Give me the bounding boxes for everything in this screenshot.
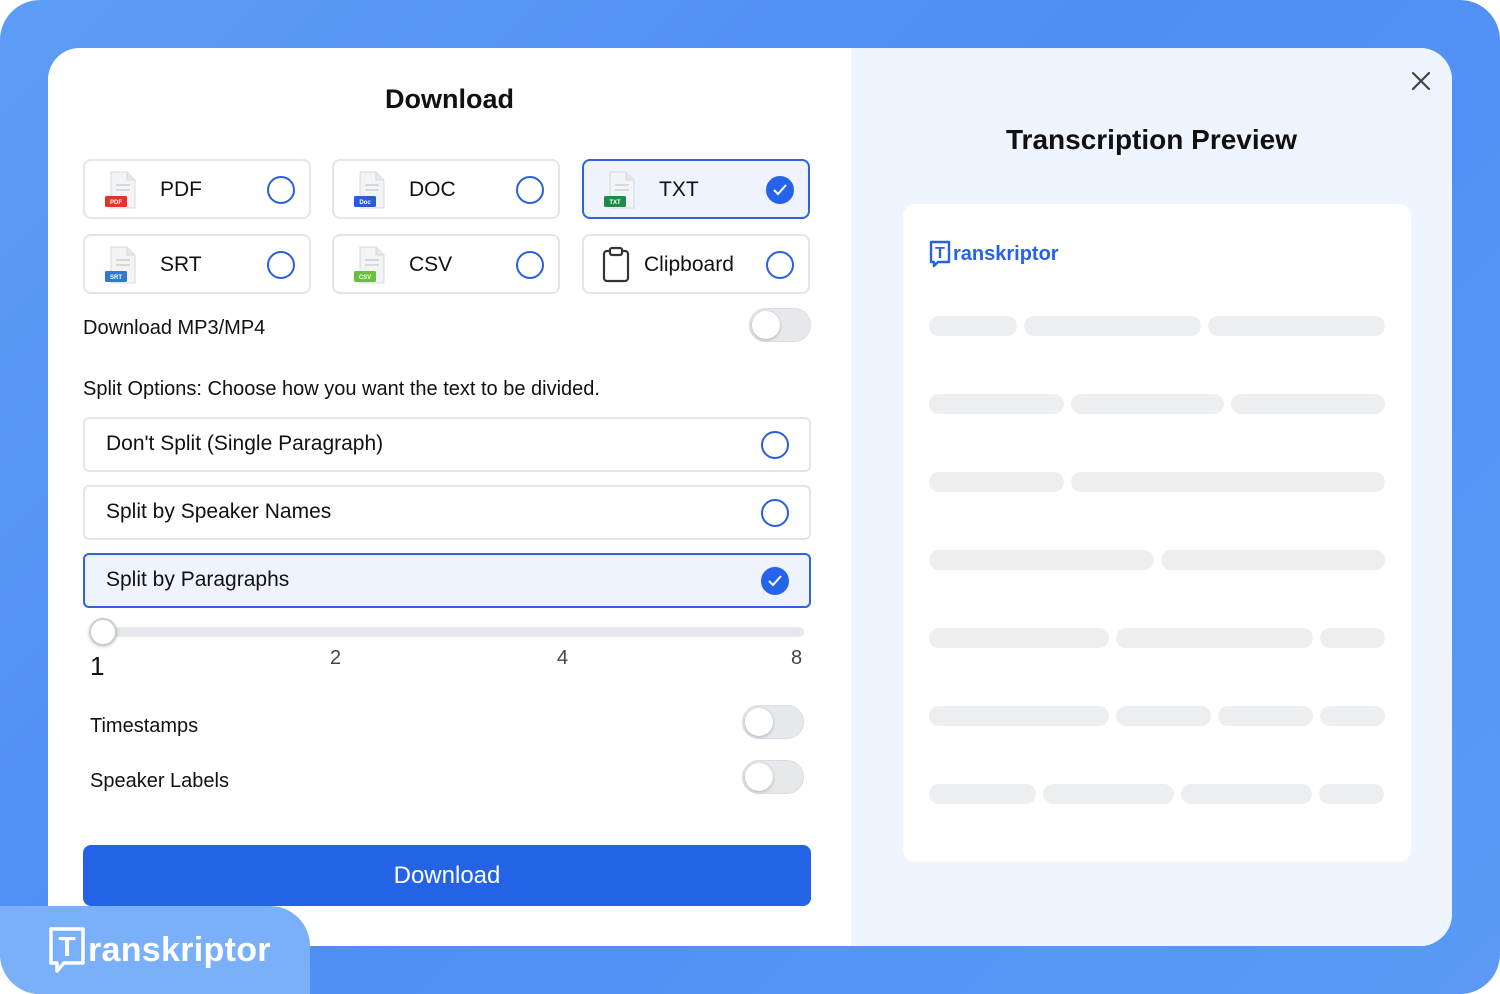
placeholder-line [929, 628, 1385, 648]
split-option-speaker[interactable]: Split by Speaker Names [83, 485, 811, 540]
split-option-label: Don't Split (Single Paragraph) [106, 432, 384, 455]
pdf-badge-text: PDF [110, 200, 122, 206]
slider-tick-1: 1 [90, 651, 105, 681]
doc-file-icon: Doc [354, 171, 385, 209]
placeholder-line [929, 316, 1385, 336]
brand-badge: T ranskriptor [0, 906, 310, 994]
format-option-txt[interactable]: TXT TXT [582, 159, 810, 219]
placeholder-line [929, 394, 1385, 414]
txt-file-icon: TXT [604, 171, 635, 209]
download-modal: Download PDF PDF Doc DOC TXT TXT SRT SRT… [48, 48, 1452, 946]
preview-logo-text: ranskriptor [953, 242, 1059, 265]
csv-badge-text: CSV [359, 275, 371, 281]
paragraph-slider-track[interactable] [104, 627, 804, 637]
brand-logo: T ranskriptor [48, 926, 271, 974]
format-label-pdf: PDF [160, 178, 202, 201]
format-option-csv[interactable]: CSV CSV [332, 234, 560, 294]
placeholder-line [929, 472, 1385, 492]
split-options-prompt: Split Options: Choose how you want the t… [83, 378, 600, 400]
format-option-pdf[interactable]: PDF PDF [83, 159, 311, 219]
checkmark-icon [773, 184, 787, 196]
doc-badge-text: Doc [359, 200, 371, 206]
background-frame: Download PDF PDF Doc DOC TXT TXT SRT SRT… [0, 0, 1500, 994]
txt-badge-text: TXT [609, 200, 621, 206]
preview-card: T ranskriptor [903, 204, 1411, 862]
csv-file-icon: CSV [354, 246, 385, 284]
checkmark-icon [768, 575, 782, 587]
transkriptor-logo-icon: T [929, 240, 951, 268]
timestamps-toggle[interactable] [742, 705, 804, 739]
brand-logo-text: ranskriptor [88, 930, 271, 969]
split-option-label: Split by Paragraphs [106, 568, 290, 591]
speaker-labels-label: Speaker Labels [90, 770, 229, 792]
toggle-knob [752, 311, 780, 339]
preview-title: Transcription Preview [1006, 124, 1297, 155]
format-label-srt: SRT [160, 253, 202, 276]
format-label-csv: CSV [409, 253, 453, 276]
format-label-txt: TXT [659, 178, 699, 201]
download-button[interactable]: Download [83, 845, 811, 906]
download-media-toggle[interactable] [749, 308, 811, 342]
close-icon[interactable] [1410, 70, 1432, 92]
transkriptor-logo-icon: T [49, 927, 85, 973]
slider-tick-2: 2 [330, 647, 342, 669]
radio-pdf[interactable] [267, 176, 295, 204]
toggle-knob [745, 708, 773, 736]
split-option-label: Split by Speaker Names [106, 500, 332, 523]
split-option-paragraphs[interactable]: Split by Paragraphs [83, 553, 811, 608]
logo-letter: T [935, 245, 945, 262]
speaker-labels-toggle[interactable] [742, 760, 804, 794]
format-option-srt[interactable]: SRT SRT [83, 234, 311, 294]
radio-split-none[interactable] [761, 431, 789, 459]
radio-txt[interactable] [766, 176, 794, 204]
radio-clipboard[interactable] [766, 251, 794, 279]
radio-csv[interactable] [516, 251, 544, 279]
placeholder-line [929, 784, 1384, 804]
pdf-file-icon: PDF [105, 171, 136, 209]
placeholder-line [929, 550, 1385, 570]
download-options-panel: Download PDF PDF Doc DOC TXT TXT SRT SRT… [48, 48, 851, 946]
slider-tick-8: 8 [791, 647, 803, 669]
slider-tick-4: 4 [557, 647, 569, 669]
format-option-doc[interactable]: Doc DOC [332, 159, 560, 219]
placeholder-line [929, 706, 1385, 726]
format-option-clipboard[interactable]: Clipboard [582, 234, 810, 294]
radio-srt[interactable] [267, 251, 295, 279]
download-media-label: Download MP3/MP4 [83, 317, 266, 339]
clipboard-icon [602, 246, 630, 283]
brand-logo-letter: T [58, 931, 75, 962]
split-option-none[interactable]: Don't Split (Single Paragraph) [83, 417, 811, 472]
radio-split-paragraphs[interactable] [761, 567, 789, 595]
radio-doc[interactable] [516, 176, 544, 204]
preview-logo: T ranskriptor [929, 240, 1059, 268]
modal-title: Download [385, 84, 514, 114]
toggle-knob [745, 763, 773, 791]
timestamps-label: Timestamps [90, 715, 199, 737]
paragraph-slider-thumb[interactable] [89, 618, 117, 646]
radio-split-speaker[interactable] [761, 499, 789, 527]
format-label-doc: DOC [409, 178, 456, 201]
format-label-clipboard: Clipboard [644, 253, 734, 276]
srt-badge-text: SRT [110, 275, 122, 281]
srt-file-icon: SRT [105, 246, 136, 284]
